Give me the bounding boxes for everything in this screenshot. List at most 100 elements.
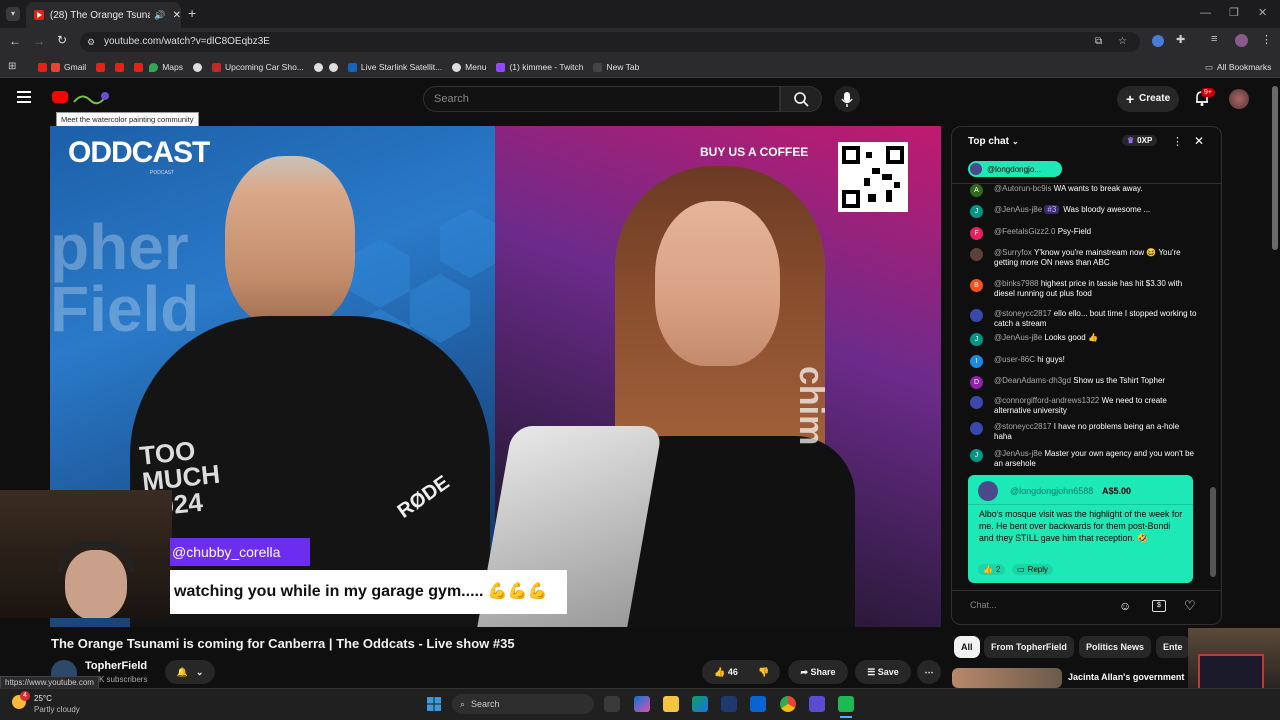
chat-message[interactable]: B @binks7988 highest price in tassie has … xyxy=(970,279,1198,299)
active-app-icon[interactable] xyxy=(838,696,854,712)
superchat-like-button[interactable]: 👍 2 xyxy=(978,564,1006,575)
weather-temp[interactable]: 25°C xyxy=(34,694,52,703)
bookmark-new-tab[interactable]: New Tab xyxy=(593,62,639,72)
apps-grid-icon[interactable]: ⊞ xyxy=(8,61,16,72)
chip-all[interactable]: All xyxy=(954,636,980,658)
extension-icon[interactable] xyxy=(1152,35,1164,47)
tab-search-button[interactable]: ▾ xyxy=(6,7,20,21)
chip-entertainment[interactable]: Ente xyxy=(1156,636,1190,658)
forward-arrow-icon[interactable]: → xyxy=(33,34,45,48)
search-input[interactable]: Search xyxy=(423,86,780,112)
chat-author[interactable]: @stoneycc2817 xyxy=(994,422,1052,431)
chat-more-icon[interactable]: ⋮ xyxy=(1172,135,1183,148)
pinned-superchat-ticker[interactable]: @longdongjo... xyxy=(968,161,1062,177)
recommended-video-title[interactable]: Jacinta Allan's government xyxy=(1068,672,1188,682)
all-bookmarks-folder[interactable]: ▭ All Bookmarks xyxy=(1205,56,1271,78)
chat-author[interactable]: @FeetalsGizz2.0 xyxy=(994,227,1055,236)
extensions-puzzle-icon[interactable]: ✚ xyxy=(1176,33,1185,46)
chat-scrollbar[interactable] xyxy=(1210,187,1216,587)
voice-search-mic-icon[interactable] xyxy=(834,86,860,112)
chat-author[interactable]: @JenAus-j8e xyxy=(994,333,1042,342)
account-avatar[interactable] xyxy=(1229,89,1249,109)
bookmark-gmail[interactable]: Gmail xyxy=(51,62,86,72)
like-button[interactable]: 👍 46 xyxy=(706,660,746,684)
xp-badge[interactable]: ♛ 0XP xyxy=(1122,135,1158,146)
superchat-card[interactable]: @longdongjohn6588 A$5.00 Albo's mosque v… xyxy=(968,475,1193,583)
new-tab-button[interactable]: + xyxy=(188,5,196,21)
page-scrollbar[interactable] xyxy=(1272,86,1278,250)
chat-close-icon[interactable]: ✕ xyxy=(1194,134,1204,148)
chat-message[interactable]: F @FeetalsGizz2.0 Psy-Field xyxy=(970,227,1198,240)
tab-audio-icon[interactable]: 🔊 xyxy=(154,10,165,21)
search-button[interactable] xyxy=(780,86,822,112)
emoji-icon[interactable]: ☺ xyxy=(1119,599,1131,613)
file-explorer-icon[interactable] xyxy=(663,696,679,712)
chat-author[interactable]: @DeanAdams-dh3gd xyxy=(994,376,1071,385)
windows-start-icon[interactable] xyxy=(427,697,441,711)
install-app-icon[interactable]: ⧉ xyxy=(1095,32,1102,52)
doodle-logo-icon[interactable] xyxy=(72,90,110,106)
restore-icon[interactable]: ❐ xyxy=(1229,6,1239,19)
window-close-icon[interactable]: ✕ xyxy=(1258,6,1267,19)
edge-icon[interactable] xyxy=(692,696,708,712)
superchat-reply-button[interactable]: ▭ Reply xyxy=(1012,564,1054,575)
chat-author[interactable]: @Surryfox xyxy=(994,248,1032,257)
youtube-bookmark-icon[interactable] xyxy=(38,62,47,72)
tab-close-icon[interactable]: ✕ xyxy=(173,10,181,21)
chat-message[interactable]: I @user-86C hi guys! xyxy=(970,355,1198,368)
share-button[interactable]: ➦ Share xyxy=(788,660,848,684)
chat-author[interactable]: @JenAus-j8e xyxy=(994,449,1042,458)
taskbar-search[interactable]: ⌕ Search xyxy=(452,694,594,714)
media-controls-icon[interactable]: ≡ xyxy=(1211,33,1217,45)
chat-message[interactable]: J @JenAus-j8e Master your own agency and … xyxy=(970,449,1198,469)
youtube-bookmark-icon[interactable] xyxy=(134,62,144,72)
chat-input[interactable]: Chat... xyxy=(970,600,1100,614)
browser-menu-icon[interactable]: ⋮ xyxy=(1261,33,1272,46)
copilot-icon[interactable] xyxy=(634,696,650,712)
active-tab[interactable]: (28) The Orange Tsunami is 🔊 ✕ xyxy=(26,2,181,28)
chat-message[interactable]: A @Autorun-bc9is WA wants to break away. xyxy=(970,184,1198,197)
chat-author[interactable]: @stoneycc2817 xyxy=(994,309,1052,318)
google-bookmark-icon[interactable] xyxy=(328,62,338,72)
bookmark-twitch[interactable]: (1) kimmee - Twitch xyxy=(496,62,583,72)
chip-from-channel[interactable]: From TopherField xyxy=(984,636,1074,658)
chip-politics-news[interactable]: Politics News xyxy=(1079,636,1152,658)
store-icon[interactable] xyxy=(721,696,737,712)
create-button[interactable]: + Create xyxy=(1117,86,1179,112)
chrome-icon[interactable] xyxy=(780,696,796,712)
more-actions-button[interactable]: ⋯ xyxy=(917,660,941,684)
bookmark-menu[interactable]: Menu xyxy=(452,62,486,72)
outlook-icon[interactable] xyxy=(750,696,766,712)
youtube-logo-icon[interactable] xyxy=(52,91,68,103)
task-view-icon[interactable] xyxy=(604,696,620,712)
reload-icon[interactable]: ↻ xyxy=(57,33,67,47)
bookmark-car-show[interactable]: Upcoming Car Sho... xyxy=(212,62,304,72)
bookmark-maps[interactable]: Maps xyxy=(149,62,183,72)
save-button[interactable]: ☰ Save xyxy=(855,660,911,684)
chat-message[interactable]: D @DeanAdams-dh3gd Show us the Tshirt Top… xyxy=(970,376,1198,389)
bookmark-star-icon[interactable]: ☆ xyxy=(1118,32,1127,52)
youtube-bookmark-icon[interactable] xyxy=(115,62,125,72)
back-arrow-icon[interactable]: ← xyxy=(9,34,21,48)
subscribe-bell-button[interactable]: 🔔 ⌄ xyxy=(165,660,215,684)
site-info-icon[interactable]: ⚙ xyxy=(87,32,95,52)
hamburger-menu-icon[interactable] xyxy=(17,91,31,103)
chat-author[interactable]: @user-86C xyxy=(994,355,1035,364)
chat-author[interactable]: @connorgifford-andrews1322 xyxy=(994,396,1099,405)
chat-message[interactable]: J @JenAus-j8e Looks good 👍 xyxy=(970,333,1198,346)
dislike-button[interactable]: 👎 xyxy=(752,660,776,684)
globe-bookmark-icon[interactable] xyxy=(193,62,202,72)
chat-author[interactable]: @JenAus-j8e xyxy=(994,205,1042,214)
apps-icon[interactable] xyxy=(809,696,825,712)
chat-message[interactable]: @stoneycc2817 I have no problems being a… xyxy=(970,422,1198,442)
super-chat-dollar-icon[interactable]: $ xyxy=(1152,600,1166,612)
profile-avatar[interactable] xyxy=(1235,34,1248,47)
chat-message[interactable]: @Surryfox Y'know you're mainstream now 😆… xyxy=(970,248,1198,268)
youtube-bookmark-icon[interactable] xyxy=(96,62,106,72)
chat-mode-dropdown[interactable]: Top chat ⌄ xyxy=(968,136,1019,147)
chat-message[interactable]: J @JenAus-j8e #3 Was bloody awesome ... xyxy=(970,205,1198,218)
chat-message[interactable]: @connorgifford-andrews1322 We need to cr… xyxy=(970,396,1198,416)
chat-message[interactable]: @stoneycc2817 ello ello... bout time I s… xyxy=(970,309,1198,329)
address-bar[interactable]: ⚙ youtube.com/watch?v=dlC8OEqbz3E ⧉ ☆ xyxy=(80,32,1140,52)
heart-icon[interactable]: ♡ xyxy=(1184,598,1196,614)
